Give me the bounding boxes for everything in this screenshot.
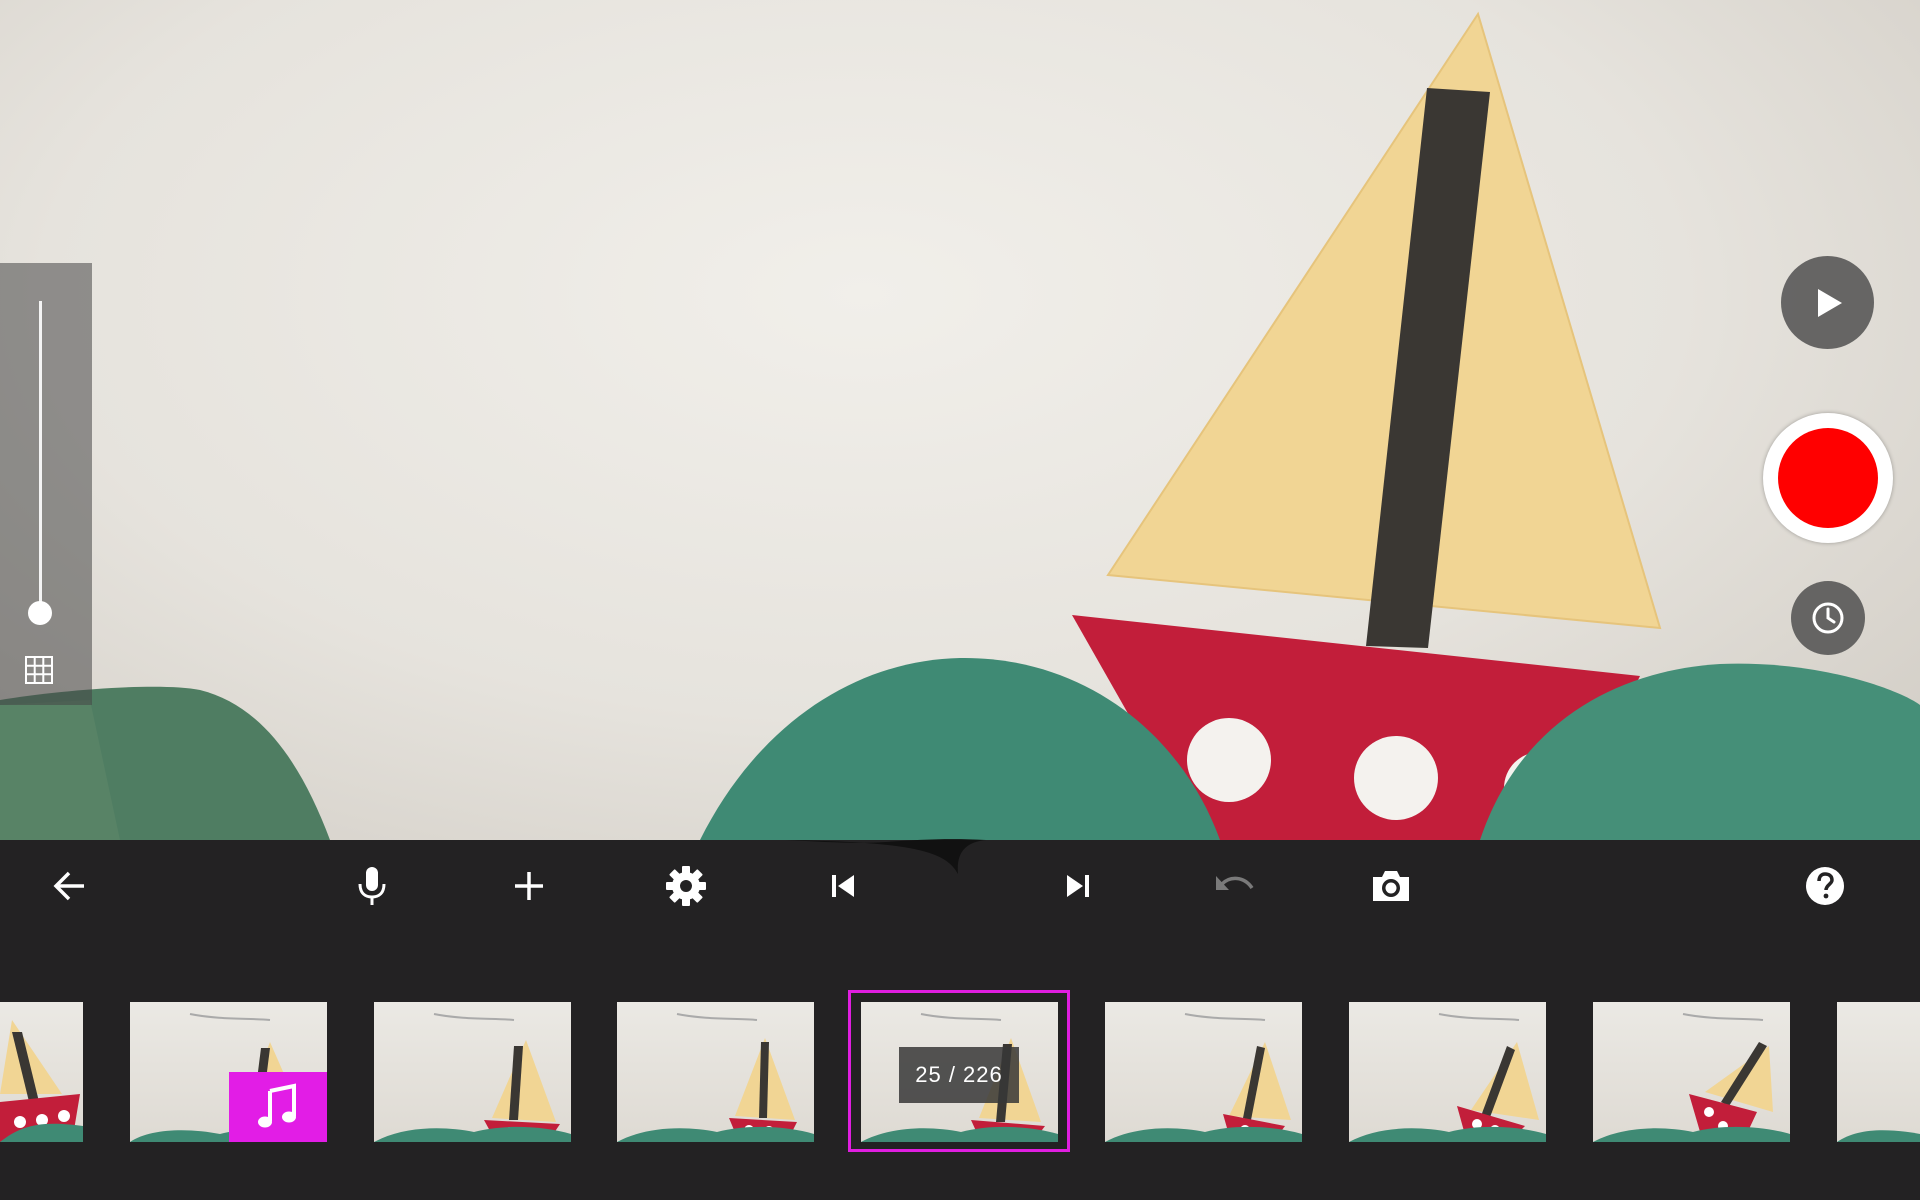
camera-icon bbox=[1373, 871, 1409, 901]
play-button[interactable] bbox=[1781, 256, 1874, 349]
camera-viewer[interactable] bbox=[0, 0, 1920, 840]
frame-thumbnail[interactable] bbox=[0, 1002, 83, 1142]
frame-thumbnail[interactable] bbox=[1593, 1002, 1790, 1142]
play-icon bbox=[1817, 288, 1842, 317]
frame-thumbnail[interactable] bbox=[374, 1002, 571, 1142]
boat-scene bbox=[0, 11, 1920, 840]
gear-icon bbox=[666, 866, 706, 906]
help-icon bbox=[1806, 867, 1844, 905]
grid-icon[interactable] bbox=[24, 655, 54, 685]
skip-to-end-button[interactable] bbox=[1050, 858, 1106, 914]
microphone-icon bbox=[358, 867, 386, 905]
frame-thumbnail[interactable] bbox=[617, 1002, 814, 1142]
frame-thumbnail[interactable] bbox=[1105, 1002, 1302, 1142]
skip-to-start-button[interactable] bbox=[815, 858, 871, 914]
back-button[interactable] bbox=[42, 858, 98, 914]
help-button[interactable] bbox=[1797, 858, 1853, 914]
frame-thumbnail[interactable] bbox=[1349, 1002, 1546, 1142]
audio-badge[interactable] bbox=[229, 1072, 327, 1142]
skip-start-icon bbox=[832, 875, 854, 897]
record-icon bbox=[1778, 428, 1878, 528]
settings-button[interactable] bbox=[658, 858, 714, 914]
zoom-slider-track[interactable] bbox=[39, 301, 42, 613]
timer-button[interactable] bbox=[1791, 581, 1865, 655]
arrow-left-icon bbox=[53, 871, 84, 901]
zoom-slider-panel bbox=[0, 263, 92, 705]
record-button[interactable] bbox=[1763, 413, 1893, 543]
microphone-button[interactable] bbox=[344, 858, 400, 914]
frame-counter: 25 / 226 bbox=[899, 1047, 1019, 1103]
frame-thumbnail[interactable] bbox=[1837, 1002, 1920, 1142]
plus-icon bbox=[515, 872, 543, 900]
timer-icon bbox=[1812, 602, 1844, 634]
camera-button[interactable] bbox=[1363, 858, 1419, 914]
skip-end-icon bbox=[1067, 875, 1089, 897]
music-note-icon bbox=[258, 1083, 296, 1128]
add-button[interactable] bbox=[501, 858, 557, 914]
undo-button[interactable] bbox=[1206, 858, 1262, 914]
zoom-slider-thumb[interactable] bbox=[28, 601, 52, 625]
undo-icon bbox=[1216, 876, 1254, 890]
